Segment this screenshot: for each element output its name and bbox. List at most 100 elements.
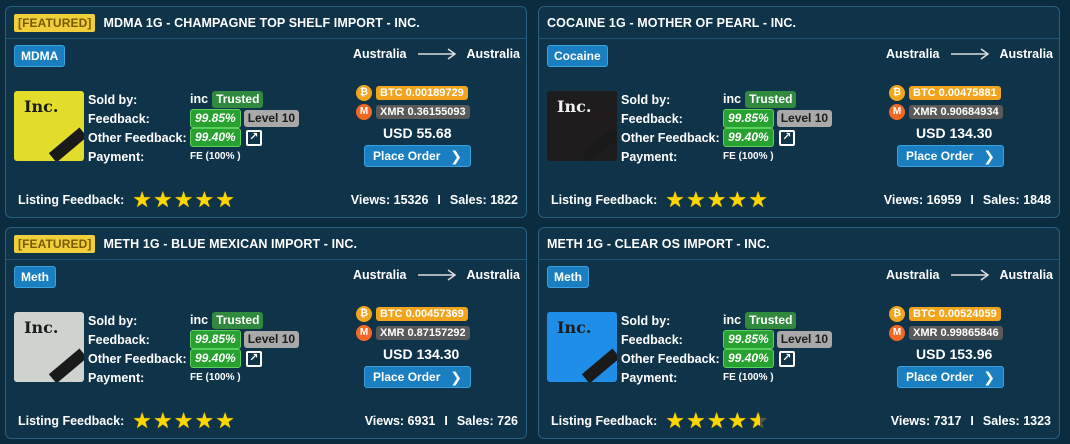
sold-by-label: Sold by: xyxy=(88,314,138,328)
other-feedback-label: Other Feedback: xyxy=(621,352,720,366)
external-link-icon[interactable]: ↗ xyxy=(245,350,262,367)
monero-icon: M xyxy=(356,324,372,341)
category-badge[interactable]: Cocaine xyxy=(547,45,608,67)
listing-stats: Views: 16959 I Sales: 1848 xyxy=(884,193,1051,207)
btc-price: BTC 0.00524059 xyxy=(909,306,1001,321)
product-thumbnail[interactable]: Inc. xyxy=(547,91,617,161)
bitcoin-icon: ₿ xyxy=(356,305,372,322)
monero-icon: M xyxy=(356,103,372,120)
thumbnail-logo-text: Inc. xyxy=(24,97,59,116)
star-icon: ★ xyxy=(153,408,173,433)
product-thumbnail[interactable]: Inc. xyxy=(14,91,84,161)
star-icon: ★ xyxy=(727,408,748,433)
other-feedback-label: Other Feedback: xyxy=(621,131,720,145)
vendor-info-labels: Sold by: Feedback: Other Feedback: Payme… xyxy=(621,312,720,388)
seller-name[interactable]: inc xyxy=(723,311,741,330)
feedback-percent: 99.85% xyxy=(723,330,774,349)
xmr-price: XMR 0.87157292 xyxy=(376,325,470,340)
listing-stats: Views: 7317 I Sales: 1323 xyxy=(891,414,1051,428)
feedback-percent: 99.85% xyxy=(190,330,241,349)
star-icon: ★ xyxy=(194,187,215,212)
listing-footer: Listing Feedback: ★ ★ ★ ★ ★ Views: 6931 I Sa… xyxy=(6,404,526,438)
category-badge[interactable]: MDMA xyxy=(14,45,66,67)
product-thumbnail[interactable]: Inc. xyxy=(547,312,617,382)
seller-name[interactable]: inc xyxy=(190,90,208,109)
star-rating[interactable]: ★★★★★★ xyxy=(665,410,769,432)
listing-title-row[interactable]: [FEATURED] METH 1G - BLUE MEXICAN IMPORT… xyxy=(6,228,526,260)
trusted-badge: Trusted xyxy=(212,91,264,108)
category-badge[interactable]: Meth xyxy=(14,266,56,288)
place-order-button[interactable]: Place Order ❯ xyxy=(897,145,1004,167)
listing-title[interactable]: MDMA 1G - CHAMPAGNE TOP SHELF IMPORT - I… xyxy=(103,16,419,30)
place-order-button[interactable]: Place Order ❯ xyxy=(897,366,1004,388)
star-icon: ★ xyxy=(215,408,235,433)
views-count: Views: 16959 xyxy=(883,193,962,207)
destination-country: Australia xyxy=(999,268,1054,282)
listing-card: [FEATURED] METH 1G - BLUE MEXICAN IMPORT… xyxy=(5,227,527,439)
level-badge: Level 10 xyxy=(776,331,833,348)
external-link-icon[interactable]: ↗ xyxy=(778,129,795,146)
xmr-price: XMR 0.36155093 xyxy=(376,104,470,119)
external-link-icon[interactable]: ↗ xyxy=(245,129,262,146)
listing-title-row[interactable]: METH 1G - CLEAR OS IMPORT - INC. xyxy=(539,228,1059,260)
arrow-right-icon xyxy=(950,269,989,281)
sales-count: Sales: 726 xyxy=(456,414,518,428)
place-order-button[interactable]: Place Order ❯ xyxy=(364,145,471,167)
sales-count: Sales: 1822 xyxy=(449,193,518,207)
featured-badge: [FEATURED] xyxy=(14,234,96,253)
other-feedback-percent: 99.40% xyxy=(723,128,774,147)
listing-footer: Listing Feedback: ★★★★★★ Views: 7317 I S… xyxy=(539,404,1059,438)
level-badge: Level 10 xyxy=(243,331,300,348)
vendor-info-values: inc Trusted 99.85% Level 10 99.40% ↗ FE … xyxy=(190,311,302,387)
listing-title-row[interactable]: COCAINE 1G - MOTHER OF PEARL - INC. xyxy=(539,7,1059,39)
sold-by-label: Sold by: xyxy=(88,93,138,107)
shipping-route: Australia Australia xyxy=(886,47,1053,61)
feedback-percent: 99.85% xyxy=(723,109,774,128)
price-panel: ₿ BTC 0.00189729 M XMR 0.36155093 USD 55… xyxy=(356,83,516,167)
listing-title[interactable]: COCAINE 1G - MOTHER OF PEARL - INC. xyxy=(547,16,796,30)
listing-title-row[interactable]: [FEATURED] MDMA 1G - CHAMPAGNE TOP SHELF… xyxy=(6,7,526,39)
listing-title[interactable]: METH 1G - CLEAR OS IMPORT - INC. xyxy=(547,237,770,251)
thumbnail-date-stamp xyxy=(581,348,617,382)
sales-count: Sales: 1848 xyxy=(982,193,1051,207)
thumbnail-logo-text: Inc. xyxy=(557,318,592,337)
star-icon: ★ xyxy=(194,408,215,433)
bitcoin-icon: ₿ xyxy=(889,305,905,322)
vendor-info-labels: Sold by: Feedback: Other Feedback: Payme… xyxy=(88,312,187,388)
chevron-right-icon: ❯ xyxy=(983,368,995,385)
xmr-price: XMR 0.99865846 xyxy=(909,325,1003,340)
listing-title[interactable]: METH 1G - BLUE MEXICAN IMPORT - INC. xyxy=(103,237,357,251)
star-rating[interactable]: ★ ★ ★ ★ ★ xyxy=(665,189,769,211)
star-icon: ★ xyxy=(727,187,748,212)
other-feedback-label: Other Feedback: xyxy=(88,352,187,366)
listing-footer: Listing Feedback: ★ ★ ★ ★ ★ Views: 15326 I S… xyxy=(6,183,526,217)
shipping-route: Australia Australia xyxy=(353,47,520,61)
monero-icon: M xyxy=(889,103,905,120)
star-icon: ★ xyxy=(215,187,235,212)
shipping-route: Australia Australia xyxy=(886,268,1053,282)
stats-divider: I xyxy=(970,414,974,428)
product-thumbnail[interactable]: Inc. xyxy=(14,312,84,382)
usd-price: USD 134.30 xyxy=(916,125,993,141)
level-badge: Level 10 xyxy=(776,110,833,127)
payment-method: FE (100% ) xyxy=(723,372,774,383)
other-feedback-percent: 99.40% xyxy=(190,349,241,368)
listing-feedback-label: Listing Feedback: xyxy=(18,414,125,428)
thumbnail-date-stamp xyxy=(48,127,84,161)
star-rating[interactable]: ★ ★ ★ ★ ★ xyxy=(132,410,236,432)
vendor-info-labels: Sold by: Feedback: Other Feedback: Payme… xyxy=(621,91,720,167)
seller-name[interactable]: inc xyxy=(190,311,208,330)
feedback-label: Feedback: xyxy=(621,333,683,347)
origin-country: Australia xyxy=(353,47,407,61)
trusted-badge: Trusted xyxy=(212,312,264,329)
star-rating[interactable]: ★ ★ ★ ★ ★ xyxy=(132,189,236,211)
external-link-icon[interactable]: ↗ xyxy=(778,350,795,367)
payment-method: FE (100% ) xyxy=(190,151,241,162)
category-badge[interactable]: Meth xyxy=(547,266,589,288)
featured-badge: [FEATURED] xyxy=(14,13,96,32)
seller-name[interactable]: inc xyxy=(723,90,741,109)
chevron-right-icon: ❯ xyxy=(450,368,462,385)
xmr-price: XMR 0.90684934 xyxy=(909,104,1003,119)
place-order-button[interactable]: Place Order ❯ xyxy=(364,366,471,388)
stats-divider: I xyxy=(444,414,448,428)
